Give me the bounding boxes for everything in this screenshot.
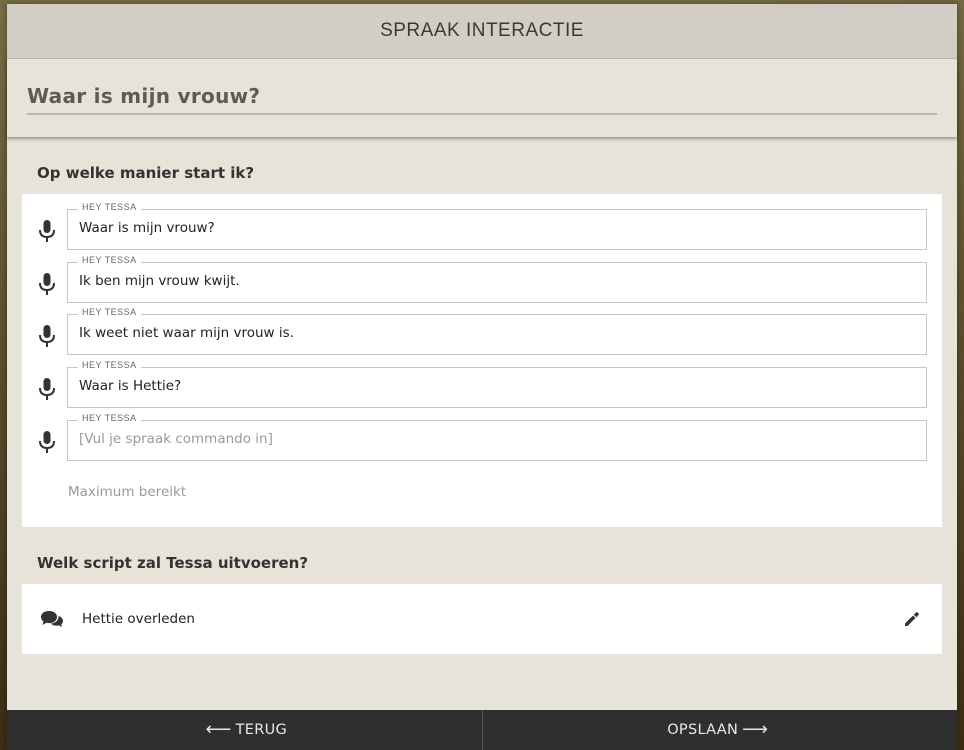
trigger-field: HEY TESSA bbox=[67, 202, 927, 250]
save-button-label: OPSLAAN bbox=[667, 722, 739, 738]
trigger-input-empty[interactable] bbox=[79, 431, 909, 447]
microphone-icon[interactable] bbox=[38, 378, 56, 400]
trigger-field-label: HEY TESSA bbox=[78, 307, 141, 317]
arrow-right-icon: ⟶ bbox=[742, 719, 769, 740]
script-card[interactable]: Hettie overleden bbox=[22, 584, 942, 654]
triggers-card: HEY TESSA HEY TESSA HEY TESSA bbox=[22, 194, 942, 527]
dialog-header: SPRAAK INTERACTIE bbox=[7, 4, 957, 59]
back-button-label: TERUG bbox=[235, 722, 288, 738]
arrow-left-icon: ⟵ bbox=[205, 719, 232, 740]
back-button[interactable]: ⟵ TERUG bbox=[7, 710, 482, 750]
trigger-row: HEY TESSA bbox=[22, 255, 942, 303]
trigger-field: HEY TESSA bbox=[67, 360, 927, 408]
footer-bar: ⟵ TERUG OPSLAAN ⟶ bbox=[7, 710, 957, 750]
save-button[interactable]: OPSLAAN ⟶ bbox=[483, 710, 958, 750]
trigger-input[interactable] bbox=[79, 273, 909, 289]
chat-bubbles-icon bbox=[41, 611, 63, 627]
pencil-icon[interactable] bbox=[904, 611, 920, 627]
trigger-field: HEY TESSA bbox=[67, 255, 927, 303]
trigger-field: HEY TESSA bbox=[67, 413, 927, 461]
trigger-field-label: HEY TESSA bbox=[78, 202, 141, 212]
dialog-title: SPRAAK INTERACTIE bbox=[380, 20, 584, 41]
microphone-icon[interactable] bbox=[38, 325, 56, 347]
triggers-section-label: Op welke manier start ik? bbox=[37, 164, 255, 182]
trigger-input[interactable] bbox=[79, 378, 909, 394]
trigger-field-label: HEY TESSA bbox=[78, 360, 141, 370]
trigger-row: HEY TESSA bbox=[22, 307, 942, 355]
trigger-field-label: HEY TESSA bbox=[78, 255, 141, 265]
trigger-row: HEY TESSA bbox=[22, 202, 942, 250]
microphone-icon[interactable] bbox=[38, 273, 56, 295]
trigger-row: HEY TESSA bbox=[22, 360, 942, 408]
interaction-name-block bbox=[7, 59, 957, 137]
dialog-panel: SPRAAK INTERACTIE Op welke manier start … bbox=[7, 4, 957, 750]
trigger-row: HEY TESSA bbox=[22, 413, 942, 461]
max-reached-note: Maximum bereikt bbox=[68, 484, 187, 500]
trigger-field: HEY TESSA bbox=[67, 307, 927, 355]
microphone-icon[interactable] bbox=[38, 431, 56, 453]
script-section-label: Welk script zal Tessa uitvoeren? bbox=[37, 554, 309, 572]
microphone-icon[interactable] bbox=[38, 220, 56, 242]
trigger-input[interactable] bbox=[79, 220, 909, 236]
script-name: Hettie overleden bbox=[82, 611, 195, 627]
interaction-name-input[interactable] bbox=[27, 85, 937, 115]
trigger-field-label: HEY TESSA bbox=[78, 413, 141, 423]
trigger-input[interactable] bbox=[79, 325, 909, 341]
